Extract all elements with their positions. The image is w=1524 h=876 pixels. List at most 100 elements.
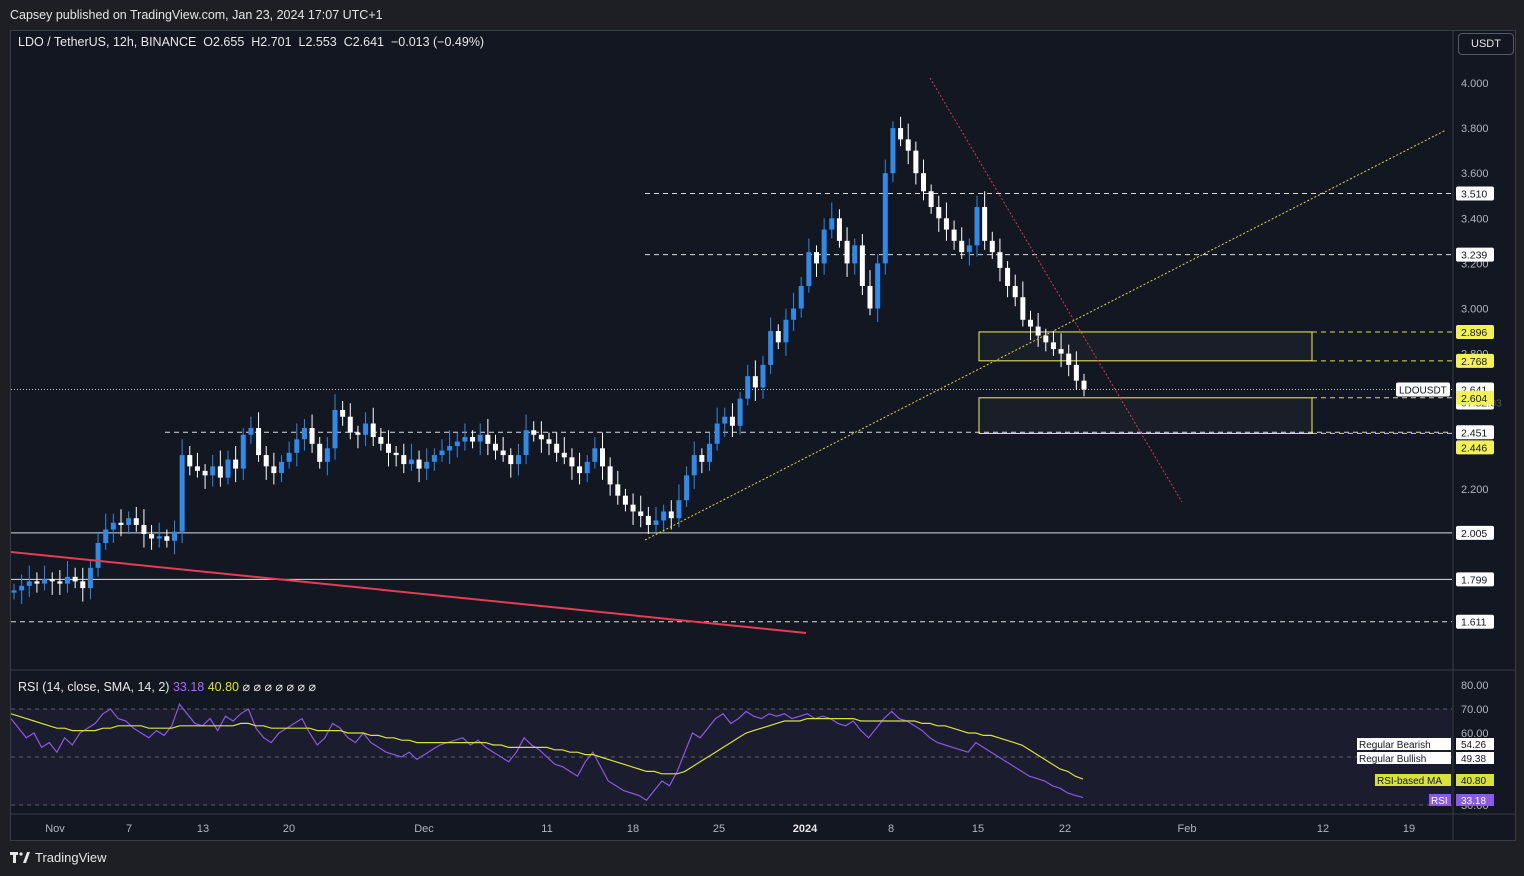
candle-body <box>279 461 284 474</box>
candle-body <box>943 218 949 230</box>
candle-body <box>531 430 537 435</box>
candle-body <box>1066 353 1072 365</box>
candle-body <box>737 398 743 426</box>
open-value: O2.655 <box>203 35 245 49</box>
candle-body <box>768 331 774 365</box>
candle-body <box>332 409 338 449</box>
y-tick-label: 4.000 <box>1461 78 1489 90</box>
candle-body <box>110 522 116 530</box>
candle-body <box>714 423 720 444</box>
x-tick-label: 19 <box>1403 823 1415 835</box>
candle-body <box>661 511 667 521</box>
candle-body <box>951 229 957 241</box>
candle-body <box>11 590 17 593</box>
candle-body <box>592 448 598 462</box>
candle-body <box>431 455 437 462</box>
candle-body <box>126 518 132 525</box>
candle-body <box>424 461 430 469</box>
candle-body <box>393 452 399 456</box>
rsi-legend-value: 33.18 <box>172 680 205 694</box>
y-tick-label: 2.200 <box>1461 484 1489 496</box>
candle-body <box>34 581 40 584</box>
candle-body <box>233 459 239 469</box>
candle-body <box>294 439 300 453</box>
candle-body <box>493 443 498 451</box>
x-tick-label: Feb <box>1178 823 1197 835</box>
candle-body <box>691 455 697 476</box>
candle-body <box>187 455 193 467</box>
candle-body <box>1012 285 1018 298</box>
candle-body <box>416 459 422 469</box>
change-value: −0.013 (−0.49%) <box>390 35 485 49</box>
x-tick-label: 13 <box>197 823 209 835</box>
candle-body <box>936 207 942 219</box>
candle-body <box>600 448 605 467</box>
candle-body <box>806 252 812 286</box>
rsi-value-label: 54.26 <box>1461 740 1486 751</box>
price-label: 2.005 <box>1461 528 1487 540</box>
candle-body <box>745 376 751 399</box>
candle-body <box>118 522 124 525</box>
candle-body <box>852 245 858 264</box>
candle-body <box>974 207 980 246</box>
price-label: 3.510 <box>1461 188 1487 200</box>
candle-body <box>447 446 453 451</box>
candle-body <box>149 534 155 539</box>
candle-body <box>867 285 873 309</box>
price-label: 1.611 <box>1461 617 1487 629</box>
candle-body <box>439 450 445 456</box>
rsi-pane <box>11 702 1452 806</box>
symbol-legend: LDO / TetherUS, 12h, BINANCE O2.655 H2.7… <box>18 35 484 49</box>
candle-body <box>684 475 690 501</box>
candle-body <box>844 240 850 264</box>
x-tick-label: Dec <box>414 823 434 835</box>
price-chart[interactable]: 4.0003.8003.6003.4003.2003.0002.8002.200… <box>0 0 1524 876</box>
candle-body <box>1050 342 1056 350</box>
candle-body <box>164 536 170 541</box>
candle-body <box>729 416 735 426</box>
candle-body <box>561 452 567 458</box>
price-label: 1.799 <box>1461 574 1487 586</box>
candle-body <box>462 437 468 442</box>
candle-body <box>271 466 277 474</box>
candle-body <box>248 428 254 435</box>
candle-body <box>607 466 613 485</box>
price-label: 2.768 <box>1461 356 1487 368</box>
x-tick-label: 22 <box>1059 823 1071 835</box>
candle-body <box>836 218 842 241</box>
candle-body <box>57 581 63 584</box>
rsi-tick-label: 80.00 <box>1461 680 1489 692</box>
candle-body <box>470 437 476 442</box>
candle-body <box>500 450 506 456</box>
rsi-tick-label: 70.00 <box>1461 704 1489 716</box>
price-label: 2.446 <box>1461 442 1487 454</box>
rsi-placeholders: ⌀ ⌀ ⌀ ⌀ ⌀ ⌀ ⌀ <box>242 680 316 694</box>
tradingview-logo-icon <box>10 851 30 863</box>
candle-body <box>217 466 223 478</box>
x-tick-label: 8 <box>888 823 894 835</box>
x-tick-label: 11 <box>541 823 552 835</box>
ascending-trendline <box>644 129 1447 541</box>
close-value: C2.641 <box>343 35 385 49</box>
currency-button[interactable]: USDT <box>1458 33 1514 55</box>
symbol-name: LDO / TetherUS, 12h, BINANCE <box>18 35 197 49</box>
candle-body <box>783 319 789 343</box>
x-tick-label: 18 <box>627 823 639 835</box>
candle-body <box>913 150 919 174</box>
footer-brand: TradingView <box>35 850 107 865</box>
candle-body <box>645 515 651 525</box>
price-label: 2.896 <box>1461 327 1487 339</box>
candle-body <box>515 455 521 465</box>
candle-body <box>538 434 544 440</box>
candle-body <box>1035 326 1041 336</box>
candle-body <box>401 455 407 465</box>
candle-body <box>378 437 384 444</box>
candle-body <box>668 511 674 519</box>
candle-body <box>301 428 307 440</box>
x-tick-label: 15 <box>972 823 984 835</box>
candle-body <box>1020 297 1026 320</box>
candle-body <box>95 543 101 568</box>
candle-body <box>752 376 758 388</box>
rsi-name-label: Regular Bullish <box>1359 754 1426 765</box>
candle-body <box>408 459 414 465</box>
